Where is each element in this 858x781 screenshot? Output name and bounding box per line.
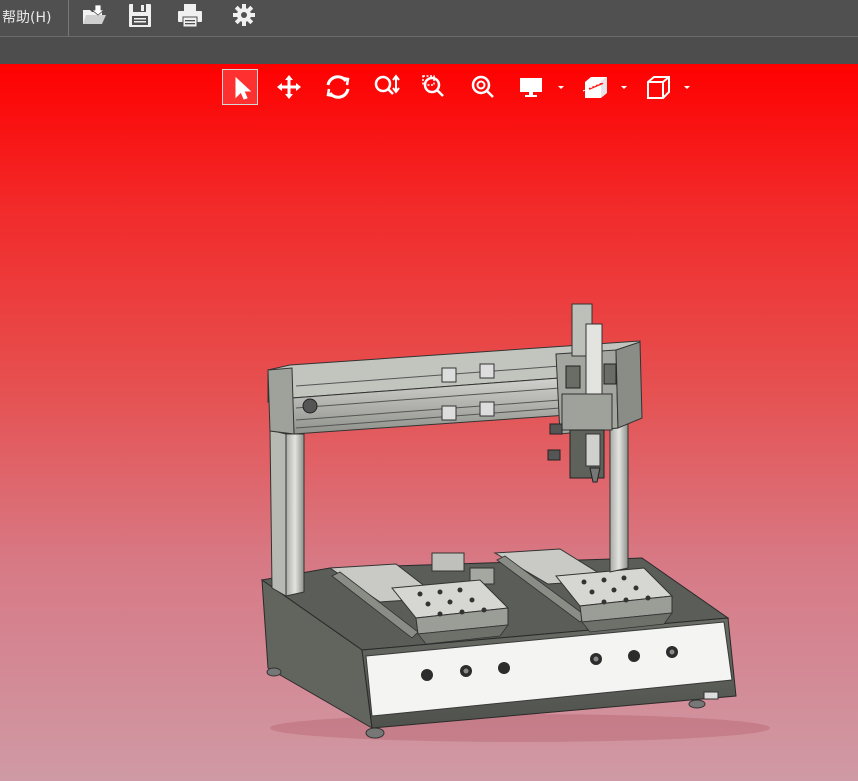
save-icon[interactable] xyxy=(126,2,154,30)
menu-help[interactable]: 帮助(H) xyxy=(2,7,51,27)
secondary-toolbar-strip xyxy=(0,37,858,64)
menu-bar: 帮助(H) xyxy=(0,0,858,37)
gear-icon[interactable] xyxy=(230,2,258,30)
dispensing-robot-3d-model[interactable] xyxy=(0,64,858,781)
menu-separator xyxy=(68,0,69,36)
3d-viewport[interactable] xyxy=(0,64,858,781)
print-icon[interactable] xyxy=(176,2,204,30)
open-folder-icon[interactable] xyxy=(80,2,108,30)
